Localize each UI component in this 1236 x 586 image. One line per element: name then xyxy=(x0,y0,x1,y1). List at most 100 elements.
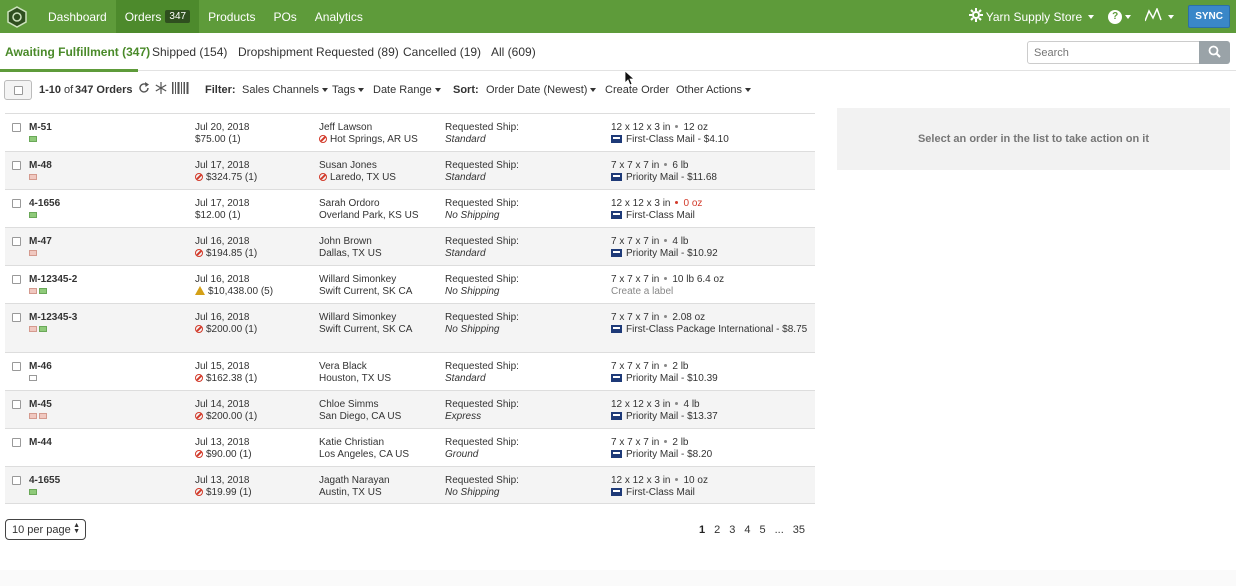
shipping-service[interactable]: Create a label xyxy=(611,286,811,298)
row-checkbox[interactable] xyxy=(12,476,21,485)
table-row[interactable]: M-45 Jul 14, 2018 $200.00 (1) Chloe Simms Sa… xyxy=(5,390,815,428)
search-button[interactable] xyxy=(1199,41,1230,64)
nav-products[interactable]: Products xyxy=(199,0,264,33)
nav-analytics[interactable]: Analytics xyxy=(306,0,372,33)
shipping-service[interactable]: Priority Mail - $11.68 xyxy=(611,172,811,184)
other-actions-dropdown[interactable]: Other Actions xyxy=(676,84,752,96)
shipping-service[interactable]: Priority Mail - $13.37 xyxy=(611,411,811,423)
row-checkbox[interactable] xyxy=(12,123,21,132)
tab-shipped[interactable]: Shipped (154) xyxy=(152,45,227,59)
order-id-link[interactable]: M-12345-3 xyxy=(29,312,77,323)
shipping-service[interactable]: Priority Mail - $8.20 xyxy=(611,449,811,461)
package-info[interactable]: 12 x 12 x 3 in 4 lb xyxy=(611,399,811,411)
customer-location: Overland Park, KS US xyxy=(319,210,419,221)
package-info[interactable]: 7 x 7 x 7 in 2 lb xyxy=(611,361,811,373)
store-switcher[interactable]: Yarn Supply Store xyxy=(968,8,1095,25)
package-info[interactable]: 7 x 7 x 7 in 2 lb xyxy=(611,437,811,449)
search-input[interactable] xyxy=(1027,41,1200,64)
shipping-service[interactable]: Priority Mail - $10.92 xyxy=(611,248,811,260)
table-row[interactable]: M-12345-3 Jul 16, 2018 $200.00 (1) Willard … xyxy=(5,303,815,352)
package-info[interactable]: 7 x 7 x 7 in 4 lb xyxy=(611,236,811,248)
package-info[interactable]: 7 x 7 x 7 in 6 lb xyxy=(611,160,811,172)
orders-toolbar: 1-10 of 347 Orders Filter: Sales Channel… xyxy=(0,72,820,108)
tab-dropshipment-requested[interactable]: Dropshipment Requested (89) xyxy=(238,45,399,59)
nav-orders[interactable]: Orders 347 xyxy=(115,0,200,33)
row-checkbox[interactable] xyxy=(12,161,21,170)
tab-cancelled[interactable]: Cancelled (19) xyxy=(403,45,481,59)
row-checkbox[interactable] xyxy=(12,438,21,447)
package-info[interactable]: 12 x 12 x 3 in 12 oz xyxy=(611,122,811,134)
table-row[interactable]: M-44 Jul 13, 2018 $90.00 (1) Katie Christia… xyxy=(5,428,815,466)
table-row[interactable]: M-47 Jul 16, 2018 $194.85 (1) John Brown Dal… xyxy=(5,227,815,265)
customer-location: San Diego, CA US xyxy=(319,411,402,422)
sync-button[interactable]: SYNC xyxy=(1188,5,1230,28)
snowflake-icon[interactable] xyxy=(155,82,167,97)
table-row[interactable]: 4-1656 Jul 17, 2018 $12.00 (1) Sarah Ordoro… xyxy=(5,189,815,227)
date-range-dropdown[interactable]: Date Range xyxy=(373,84,441,96)
refresh-icon[interactable] xyxy=(138,82,150,97)
sales-channels-dropdown[interactable]: Sales Channels xyxy=(242,84,329,96)
table-row[interactable]: M-51 Jul 20, 2018 $75.00 (1) Jeff Lawson Hot… xyxy=(5,113,815,151)
order-id-link[interactable]: 4-1655 xyxy=(29,475,60,486)
row-checkbox[interactable] xyxy=(12,199,21,208)
package-info[interactable]: 12 x 12 x 3 in 0 oz xyxy=(611,198,811,210)
page-3-link[interactable]: 3 xyxy=(729,524,735,536)
tab-all[interactable]: All (609) xyxy=(491,45,536,59)
activity-menu[interactable] xyxy=(1144,6,1175,25)
package-info[interactable]: 7 x 7 x 7 in 10 lb 6.4 oz xyxy=(611,274,811,286)
order-id-link[interactable]: M-51 xyxy=(29,122,52,133)
order-id-link[interactable]: M-48 xyxy=(29,160,52,171)
shipping-service[interactable]: First-Class Mail xyxy=(611,210,811,222)
sort-dropdown[interactable]: Order Date (Newest) xyxy=(486,84,597,96)
requested-ship-value: Express xyxy=(445,411,482,422)
barcode-icon[interactable] xyxy=(172,82,189,97)
page-35-link[interactable]: 35 xyxy=(793,524,805,536)
select-all-checkbox[interactable] xyxy=(4,80,32,100)
no-icon xyxy=(195,325,203,333)
package-info[interactable]: 7 x 7 x 7 in 2.08 oz xyxy=(611,312,811,324)
shipping-service[interactable]: First-Class Package International - $8.7… xyxy=(611,324,811,336)
order-tags xyxy=(29,375,52,381)
logo-icon[interactable] xyxy=(5,5,29,29)
table-row[interactable]: M-48 Jul 17, 2018 $324.75 (1) Susan Jones La… xyxy=(5,151,815,189)
usps-icon xyxy=(611,488,622,496)
order-id-link[interactable]: M-47 xyxy=(29,236,52,247)
requested-ship-label: Requested Ship: xyxy=(445,361,519,372)
nav-pos[interactable]: POs xyxy=(264,0,305,33)
order-id-link[interactable]: M-46 xyxy=(29,361,52,372)
row-checkbox[interactable] xyxy=(12,275,21,284)
tab-awaiting-fulfillment[interactable]: Awaiting Fulfillment (347) xyxy=(5,45,150,59)
page-1-link[interactable]: 1 xyxy=(699,524,705,536)
row-checkbox[interactable] xyxy=(12,400,21,409)
tag-icon xyxy=(29,136,37,142)
package-info[interactable]: 12 x 12 x 3 in 10 oz xyxy=(611,475,811,487)
customer-location: Swift Current, SK CA xyxy=(319,286,413,297)
help-menu[interactable]: ? xyxy=(1108,9,1132,24)
tags-dropdown[interactable]: Tags xyxy=(332,84,365,96)
order-tags xyxy=(29,288,77,294)
per-page-select[interactable]: 10 per page ▲ ▼ xyxy=(5,519,86,540)
row-checkbox[interactable] xyxy=(12,362,21,371)
usps-icon xyxy=(611,249,622,257)
create-order-link[interactable]: Create Order xyxy=(605,84,669,96)
requested-ship-label: Requested Ship: xyxy=(445,475,519,486)
order-id-link[interactable]: M-45 xyxy=(29,399,52,410)
order-id-link[interactable]: M-12345-2 xyxy=(29,274,77,285)
table-row[interactable]: M-12345-2 Jul 16, 2018 $10,438.00 (5) Willa… xyxy=(5,265,815,303)
chevron-down-icon xyxy=(1168,14,1175,19)
page-4-link[interactable]: 4 xyxy=(744,524,750,536)
table-row[interactable]: M-46 Jul 15, 2018 $162.38 (1) Vera Black Hou… xyxy=(5,352,815,390)
page-2-link[interactable]: 2 xyxy=(714,524,720,536)
shipping-service[interactable]: First-Class Mail - $4.10 xyxy=(611,134,811,146)
usps-icon xyxy=(611,325,622,333)
shipping-service[interactable]: First-Class Mail xyxy=(611,487,811,499)
row-checkbox[interactable] xyxy=(12,313,21,322)
row-checkbox[interactable] xyxy=(12,237,21,246)
nav-dashboard[interactable]: Dashboard xyxy=(39,0,116,33)
page-5-link[interactable]: 5 xyxy=(760,524,766,536)
table-row[interactable]: 4-1655 Jul 13, 2018 $19.99 (1) Jagath Naray… xyxy=(5,466,815,504)
shipping-service[interactable]: Priority Mail - $10.39 xyxy=(611,373,811,385)
pagination: 1 2 3 4 5... 35 xyxy=(699,524,805,536)
order-id-link[interactable]: 4-1656 xyxy=(29,198,60,209)
order-id-link[interactable]: M-44 xyxy=(29,437,52,448)
